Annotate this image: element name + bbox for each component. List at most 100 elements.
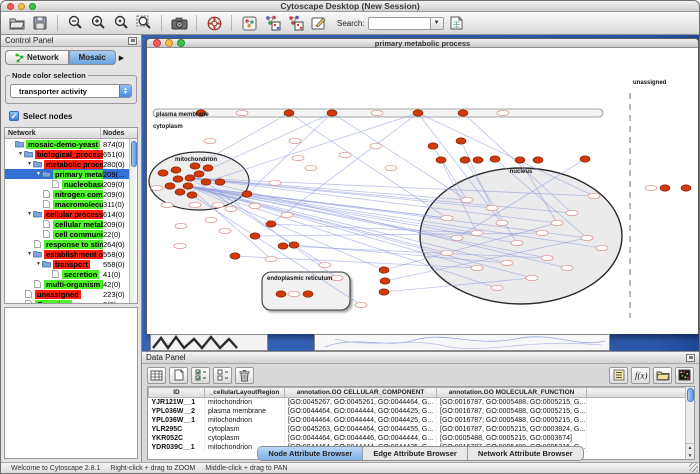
tree-row[interactable]: cell communicat22(0)	[5, 229, 137, 239]
unselect-attributes-icon[interactable]	[213, 367, 232, 384]
table-cell[interactable]: plasma membrane	[205, 407, 285, 416]
tree-row-label[interactable]: metabolic process	[44, 160, 103, 169]
network-node[interactable]	[230, 253, 240, 259]
network-node[interactable]	[165, 183, 175, 189]
table-cell[interactable]: [GO:0045267, GO:0045261, GO:0044464, G..…	[285, 398, 437, 407]
table-row[interactable]: YJR121W__1mitochondrion[GO:0045267, GO:0…	[149, 398, 687, 407]
expander-icon[interactable]: ▼	[35, 171, 42, 177]
network-node[interactable]	[526, 275, 538, 280]
network-node[interactable]	[497, 110, 509, 115]
table-column-header[interactable]: _cellularLayoutRegion	[205, 388, 285, 398]
table-row[interactable]: YPL036W__1mitochondrion[GO:0044464, GO:0…	[149, 416, 687, 425]
network-node[interactable]	[355, 302, 367, 307]
network-node[interactable]	[461, 197, 473, 202]
network-node[interactable]	[588, 193, 600, 198]
tree-row-label[interactable]: nitrogen compo	[53, 190, 103, 199]
network-node[interactable]	[265, 256, 277, 261]
network-node[interactable]	[536, 230, 548, 235]
expander-icon[interactable]: ▼	[26, 161, 33, 167]
select-nodes-checkbox[interactable]: ✓	[9, 111, 19, 121]
tree-row[interactable]: ▼establishment of lo558(0)	[5, 249, 137, 259]
network-node[interactable]	[413, 110, 423, 116]
table-cell[interactable]: [GO:0016787, GO:0005488, GO:0005215, G..…	[437, 398, 587, 407]
network-node[interactable]	[288, 291, 300, 296]
expander-icon[interactable]: ▼	[17, 151, 24, 157]
tree-row[interactable]: multi-organism pro42(0)	[5, 279, 137, 289]
table-cell[interactable]: YLR295C	[149, 425, 205, 434]
network-node[interactable]	[171, 167, 181, 173]
open-icon[interactable]	[7, 14, 27, 32]
help-icon[interactable]	[204, 14, 224, 32]
table-cell[interactable]: [GO:0045263, GO:0044464, GO:0044455, G..…	[285, 425, 437, 434]
network-node[interactable]	[496, 220, 508, 225]
network-node[interactable]	[473, 157, 483, 163]
tree-row[interactable]: mosaic-demo-yeast874(0)	[5, 139, 137, 149]
network-view-titlebar[interactable]: primary metabolic process	[147, 39, 698, 48]
tree-row-label[interactable]: multi-organism pro	[44, 280, 103, 289]
network-node[interactable]	[581, 235, 593, 240]
tree-row-label[interactable]: response to stimulu	[44, 240, 103, 249]
network-node[interactable]	[319, 262, 331, 267]
annotation-icon[interactable]	[308, 14, 328, 32]
expander-icon[interactable]: ▼	[26, 211, 33, 217]
network-node[interactable]	[491, 285, 503, 290]
network-node[interactable]	[645, 185, 657, 190]
network-node[interactable]	[185, 175, 195, 181]
new-attribute-icon[interactable]	[169, 367, 188, 384]
table-cell[interactable]: [GO:0044464, GO:0044444, GO:0044425, G..…	[285, 407, 437, 416]
background-window-fragment[interactable]	[314, 334, 610, 351]
table-column-header[interactable]: annotation.GO CELLULAR_COMPONENT	[285, 388, 437, 398]
table-cell[interactable]: [GO:0016787, GO:0005215, GO:0003824, G..…	[437, 425, 587, 434]
network-node[interactable]	[225, 206, 237, 211]
network-node[interactable]	[190, 163, 200, 169]
network-node[interactable]	[486, 205, 498, 210]
network-node[interactable]	[281, 212, 293, 217]
network-node[interactable]	[174, 243, 186, 248]
network-node[interactable]	[249, 203, 261, 208]
tree-row[interactable]: response to stimulu264(0)	[5, 239, 137, 249]
zoom-out-icon[interactable]	[65, 14, 85, 32]
table-cell[interactable]: [GO:0044464, GO:0044446, GO:0044444, G..…	[285, 434, 437, 443]
snapshot-icon[interactable]	[169, 14, 189, 32]
network-node[interactable]	[580, 156, 590, 162]
table-cell[interactable]: [GO:0016787, GO:0005488, GO:0005215, G..…	[437, 407, 587, 416]
table-column-header[interactable]: ID	[149, 388, 205, 398]
tree-row[interactable]: ▼biological_process651(0)	[5, 149, 137, 159]
tree-row[interactable]: cellular metabo209(0)	[5, 219, 137, 229]
table-cell[interactable]: [GO:0044464, GO:0044444, GO:0044425, G..…	[285, 416, 437, 425]
network-node[interactable]	[371, 110, 383, 115]
save-icon[interactable]	[30, 14, 50, 32]
expander-icon[interactable]: ▼	[35, 261, 42, 267]
tree-row[interactable]: macromolecule311(0)	[5, 199, 137, 209]
network-edge[interactable]	[247, 113, 332, 194]
network-node[interactable]	[428, 143, 438, 149]
background-window-fragment[interactable]	[150, 334, 268, 351]
network-node[interactable]	[511, 240, 523, 245]
network-node[interactable]	[175, 223, 187, 228]
tree-row[interactable]: ▼transport558(0)	[5, 259, 137, 269]
network-node[interactable]	[385, 165, 397, 170]
network-node[interactable]	[370, 143, 382, 148]
tree-row[interactable]: nitrogen compo209(0)	[5, 189, 137, 199]
network-node[interactable]	[158, 170, 168, 176]
table-column-header[interactable]: annotation.GO MOLECULAR_FUNCTION	[437, 388, 587, 398]
tree-row[interactable]: secretion41(0)	[5, 269, 137, 279]
network-node[interactable]	[303, 291, 313, 297]
tree-row[interactable]: ▼metabolic process280(0)	[5, 159, 137, 169]
network-node[interactable]	[566, 210, 578, 215]
table-cell[interactable]: cytoplasm	[205, 425, 285, 434]
network-node[interactable]	[471, 265, 483, 270]
tree-row-label[interactable]: cell communicat	[53, 230, 103, 239]
network-node[interactable]	[458, 110, 468, 116]
attribute-matrix-icon[interactable]	[675, 367, 694, 384]
network-node[interactable]	[379, 267, 389, 273]
network-node[interactable]	[212, 202, 224, 207]
destroy-view-icon[interactable]	[285, 14, 305, 32]
table-cell[interactable]: YPL036W__1	[149, 416, 205, 425]
table-cell[interactable]: mitochondrion	[205, 416, 285, 425]
network-node[interactable]	[189, 202, 201, 207]
table-cell[interactable]: YPL036W__2	[149, 407, 205, 416]
network-canvas[interactable]: plasma membranecytoplasmmitochondrionnuc…	[147, 48, 698, 334]
network-node[interactable]	[219, 228, 231, 233]
network-node[interactable]	[201, 179, 211, 185]
